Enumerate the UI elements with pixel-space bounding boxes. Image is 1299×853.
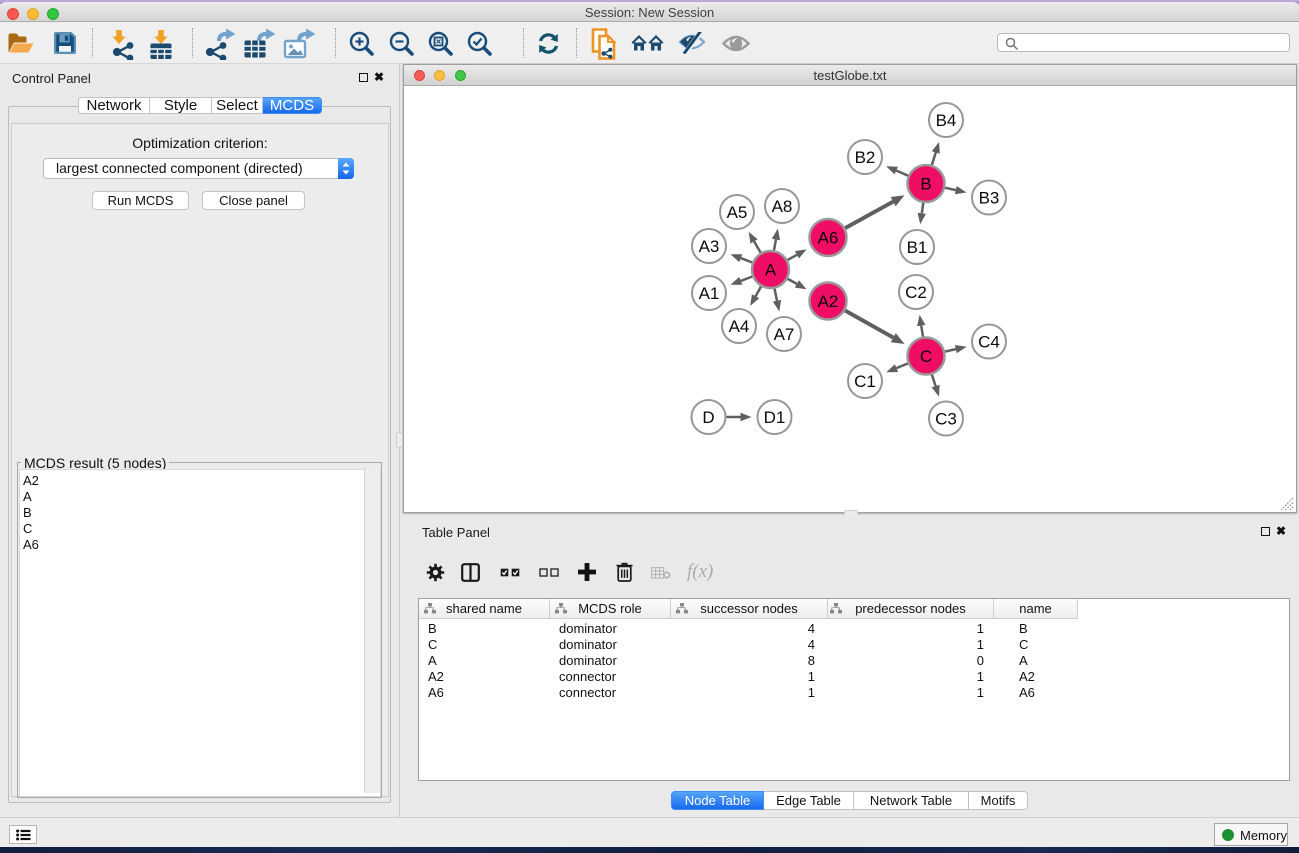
svg-text:C3: C3 [935,410,957,429]
svg-text:B1: B1 [907,238,928,257]
svg-text:A3: A3 [699,237,720,256]
svg-text:A6: A6 [818,229,839,248]
svg-text:A: A [765,261,777,280]
svg-text:B2: B2 [855,148,876,167]
svg-text:B4: B4 [936,111,957,130]
svg-text:C: C [920,347,932,366]
svg-text:A7: A7 [774,325,795,344]
svg-text:D1: D1 [764,408,786,427]
svg-text:A8: A8 [772,197,793,216]
svg-text:B3: B3 [979,189,1000,208]
svg-text:C1: C1 [854,372,876,391]
svg-text:A2: A2 [818,292,839,311]
svg-text:C2: C2 [905,283,927,302]
svg-text:B: B [920,175,931,194]
svg-text:C4: C4 [978,333,1000,352]
svg-text:D: D [702,408,714,427]
svg-text:A5: A5 [727,203,748,222]
svg-text:A4: A4 [729,317,750,336]
svg-text:A1: A1 [699,284,720,303]
